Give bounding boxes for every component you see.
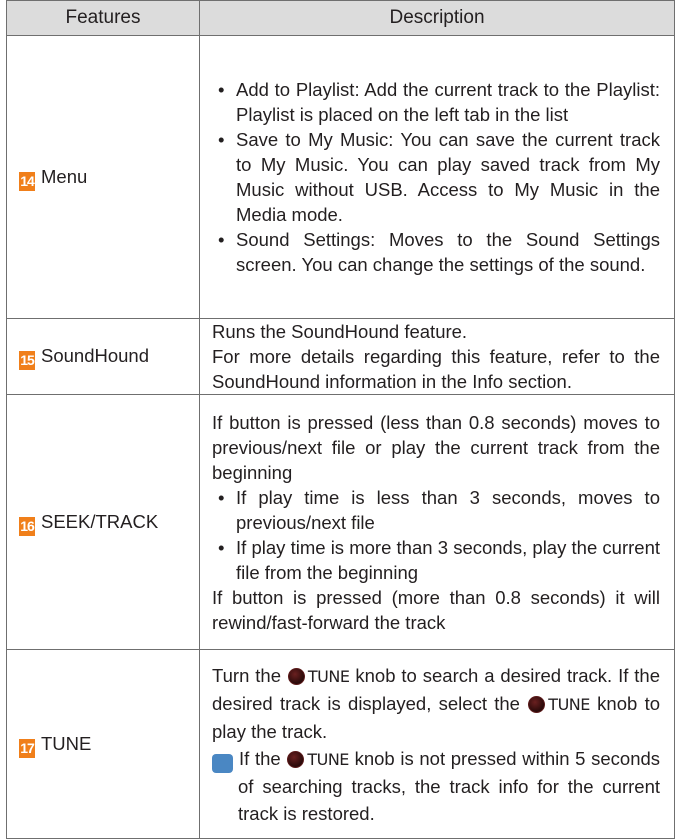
list-item: • If play time is more than 3 seconds, pl… [218, 536, 660, 583]
table-header-row: Features Description [6, 0, 675, 36]
list-item-text: If play time is more than 3 seconds, pla… [236, 536, 660, 583]
list-item: • Save to My Music: You can save the curr… [218, 129, 660, 225]
table-row: 15 SoundHound Runs the SoundHound feature… [6, 318, 675, 395]
header-features: Features [6, 0, 200, 36]
text-run: If the [239, 747, 281, 769]
list-item-text: Add to Playlist: Add the current track t… [236, 79, 660, 125]
feature-name: SEEK/TRACK [41, 510, 159, 532]
tune-label: TUNE [548, 694, 590, 714]
feature-cell: 14 Menu [6, 35, 200, 319]
description-text: For more details regarding this feature,… [212, 346, 660, 392]
bullet-list: • If play time is less than 3 seconds, mo… [212, 485, 660, 585]
list-item-text: Sound Settings: Moves to the Sound Setti… [236, 229, 660, 275]
description-cell: Turn the TUNE knob to search a desired t… [199, 649, 675, 839]
tune-label: TUNE [307, 666, 350, 686]
table-row: 14 Menu • Add to Playlist: Add the current… [6, 35, 675, 319]
description-text: If button is pressed (less than 0.8 seco… [212, 411, 660, 483]
text-run: Turn the [212, 664, 281, 686]
info-icon: i [207, 753, 233, 773]
feature-cell: 15 SoundHound [6, 318, 200, 395]
feature-number-badge: 17 [19, 738, 35, 758]
list-item: • Add to Playlist: Add the current track … [218, 79, 660, 125]
features-table: Features Description 14 Menu • Add to Play… [6, 0, 675, 839]
tune-label: TUNE [307, 749, 349, 769]
tune-knob-icon [287, 667, 305, 685]
feature-number-badge: 16 [19, 516, 35, 536]
list-item-text: If play time is less than 3 seconds, mov… [236, 486, 660, 533]
tune-knob-icon [528, 695, 546, 713]
description-cell: • Add to Playlist: Add the current track … [199, 35, 675, 319]
description-text: Runs the SoundHound feature. [212, 321, 468, 342]
feature-cell: 16 SEEK/TRACK [6, 394, 200, 650]
feature-number-badge: 14 [19, 171, 35, 191]
feature-name: TUNE [41, 732, 92, 754]
description-text: Turn the TUNE knob to search a desired t… [212, 662, 660, 745]
description-cell: If button is pressed (less than 0.8 seco… [199, 394, 675, 650]
description-text: If button is pressed (more than 0.8 seco… [212, 586, 660, 633]
bullet-list: • Add to Playlist: Add the current track … [212, 77, 660, 277]
feature-cell: 17 TUNE [6, 649, 200, 839]
table-row: 16 SEEK/TRACK If button is pressed (less … [6, 394, 675, 650]
list-item: • If play time is less than 3 seconds, mo… [218, 486, 660, 533]
description-cell: Runs the SoundHound feature. For more de… [199, 318, 675, 395]
table-row: 17 TUNE Turn the TUNE knob to search a de… [6, 649, 675, 839]
list-item: • Sound Settings: Moves to the Sound Sett… [218, 229, 660, 275]
feature-name: Menu [41, 165, 88, 187]
tune-knob-icon [287, 750, 305, 768]
header-description: Description [199, 0, 675, 36]
feature-name: SoundHound [41, 345, 150, 366]
list-item-text: Save to My Music: You can save the curre… [236, 129, 660, 225]
note-text: i If the TUNE knob is not pressed within … [207, 745, 660, 827]
feature-number-badge: 15 [19, 351, 35, 370]
